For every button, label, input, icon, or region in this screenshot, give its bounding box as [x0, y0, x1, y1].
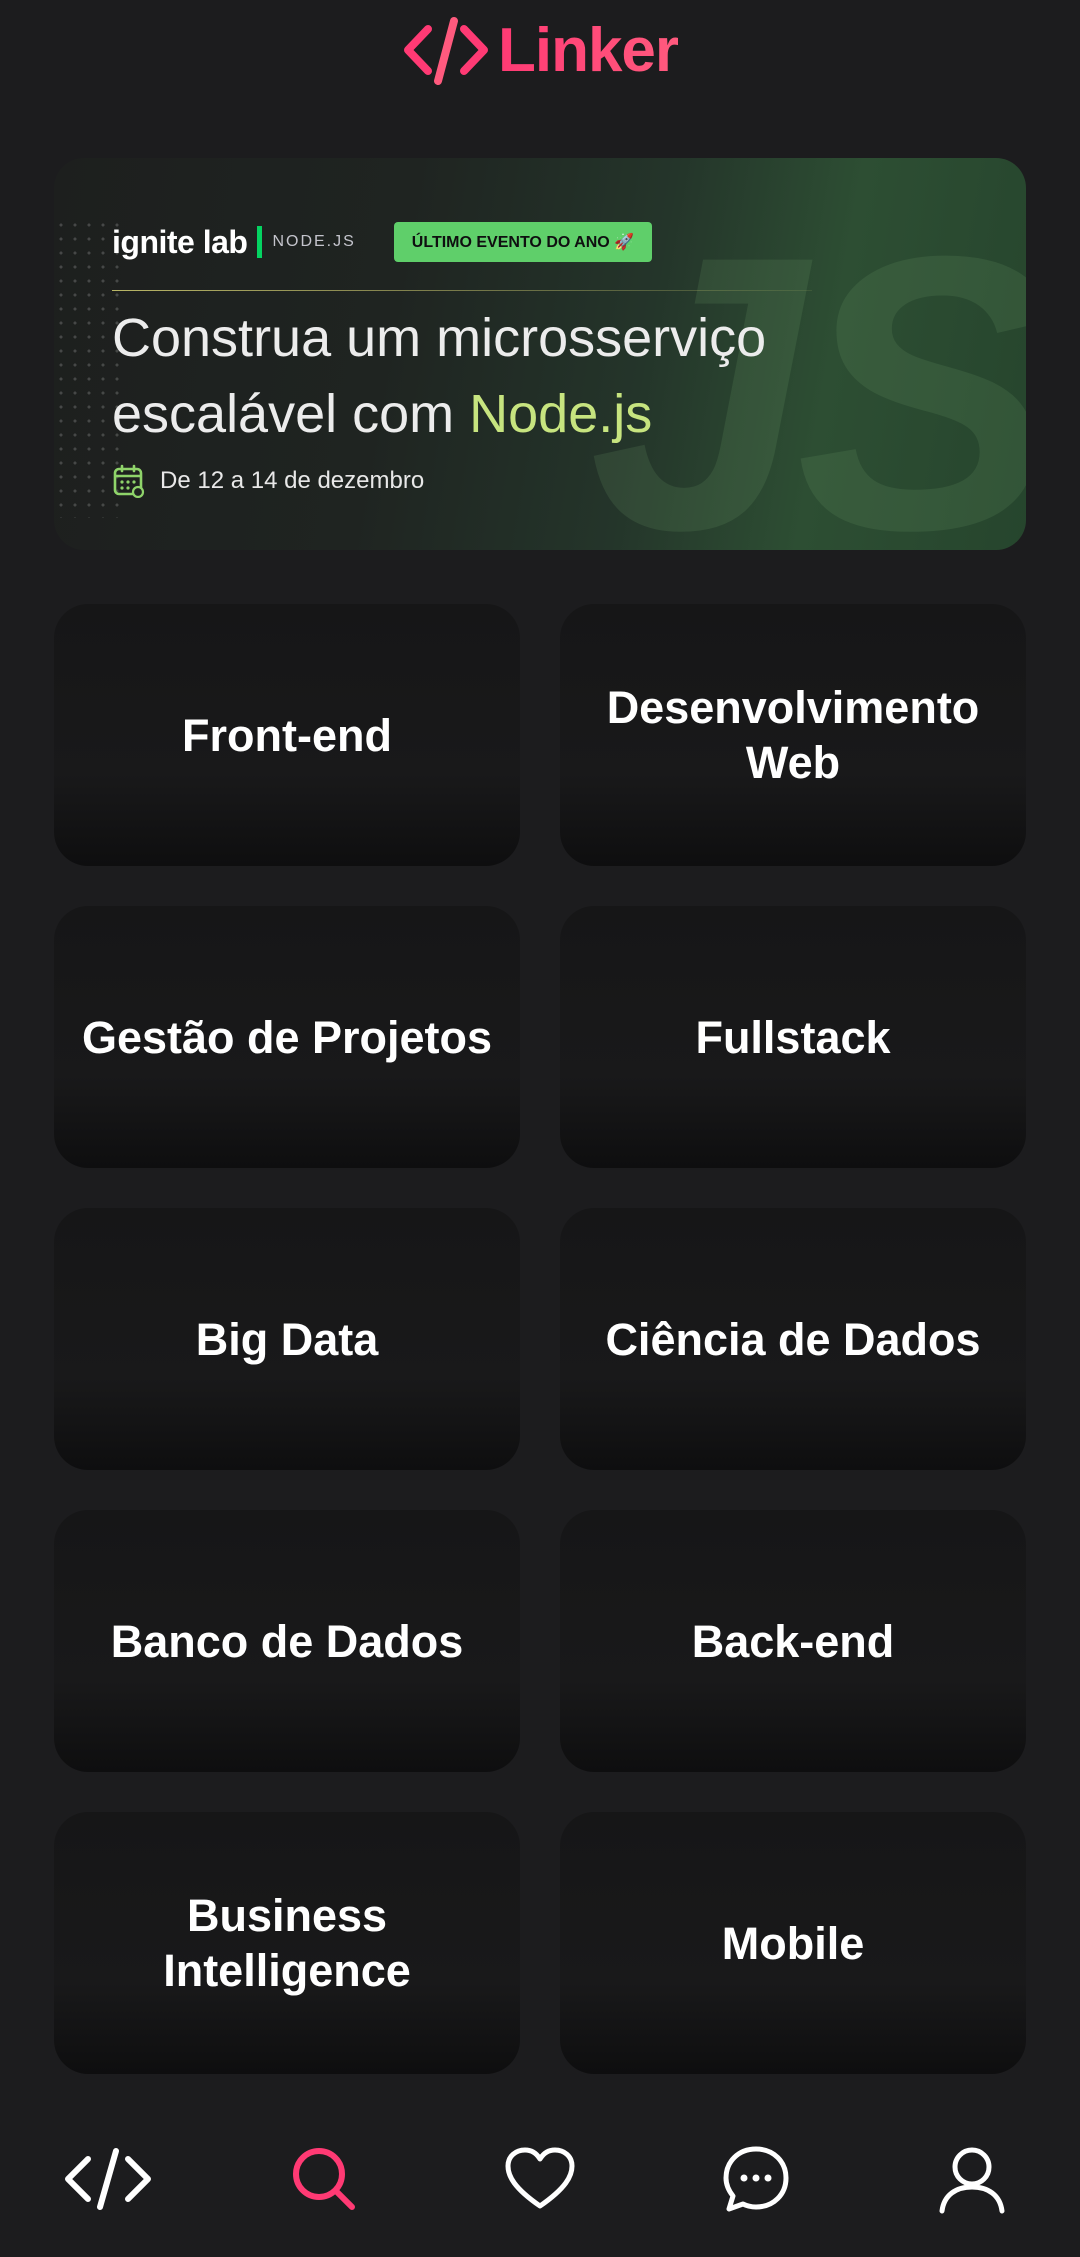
banner-date-text: De 12 a 14 de dezembro — [160, 467, 425, 494]
category-card-gestao-de-projetos[interactable]: Gestão de Projetos — [54, 906, 520, 1168]
category-label: Banco de Dados — [110, 1615, 464, 1667]
category-label: Desenvolvimento Web — [606, 682, 980, 788]
category-card-banco-de-dados[interactable]: Banco de Dados — [54, 1510, 520, 1772]
event-badge: ÚLTIMO EVENTO DO ANO 🚀 — [393, 222, 653, 262]
category-card-ciencia-de-dados[interactable]: Ciência de Dados — [560, 1208, 1026, 1470]
category-label: Mobile — [721, 1917, 865, 1969]
category-card-business-intelligence[interactable]: Business Intelligence — [54, 1812, 520, 2074]
nav-favorites-button[interactable] — [480, 2119, 600, 2239]
user-icon — [939, 2147, 1005, 2213]
category-label: Gestão de Projetos — [81, 1011, 493, 1063]
event-banner[interactable]: JS ignite lab NODE.JS ÚLTIMO EVENTO DO A… — [54, 158, 1026, 550]
banner-tag: NODE.JS — [272, 233, 356, 250]
app-header: Linker — [0, 0, 1080, 100]
banner-title-highlight: Node.js — [469, 384, 653, 444]
banner-top-row: ignite lab NODE.JS ÚLTIMO EVENTO DO ANO … — [112, 222, 653, 262]
category-label: Ciência de Dados — [605, 1313, 981, 1365]
category-label: Big Data — [195, 1313, 379, 1365]
heart-icon — [505, 2147, 575, 2208]
category-card-back-end[interactable]: Back-end — [560, 1510, 1026, 1772]
banner-title-text: Construa um microsserviço escalável com — [112, 308, 767, 444]
category-label: Front-end — [182, 709, 392, 761]
logo-text: Linker — [497, 15, 679, 85]
category-card-fullstack[interactable]: Fullstack — [560, 906, 1026, 1168]
category-grid: Front-end Desenvolvimento Web Gestão de … — [54, 604, 1028, 2074]
category-card-front-end[interactable]: Front-end — [54, 604, 520, 866]
category-card-big-data[interactable]: Big Data — [54, 1208, 520, 1470]
nav-messages-button[interactable] — [696, 2119, 816, 2239]
nav-search-button[interactable] — [264, 2119, 384, 2239]
chat-icon — [723, 2146, 789, 2211]
app-logo[interactable]: Linker — [402, 15, 679, 86]
category-card-desenvolvimento-web[interactable]: Desenvolvimento Web — [560, 604, 1026, 866]
category-label: Business Intelligence — [163, 1890, 411, 1996]
banner-title: Construa um microsserviço escalável com … — [112, 300, 872, 452]
brand-divider — [257, 226, 263, 258]
nav-home-button[interactable] — [48, 2119, 168, 2239]
code-brackets-icon — [403, 17, 488, 85]
nav-profile-button[interactable] — [912, 2119, 1032, 2239]
category-label: Back-end — [691, 1615, 895, 1667]
banner-brand: ignite lab — [112, 223, 248, 260]
search-icon — [293, 2147, 355, 2210]
category-card-mobile[interactable]: Mobile — [560, 1812, 1026, 2074]
bottom-navigation — [0, 2100, 1080, 2257]
category-label: Fullstack — [695, 1011, 891, 1063]
code-icon — [65, 2147, 151, 2210]
calendar-icon — [113, 464, 145, 498]
banner-divider — [112, 290, 812, 291]
banner-date: De 12 a 14 de dezembro — [112, 464, 424, 498]
